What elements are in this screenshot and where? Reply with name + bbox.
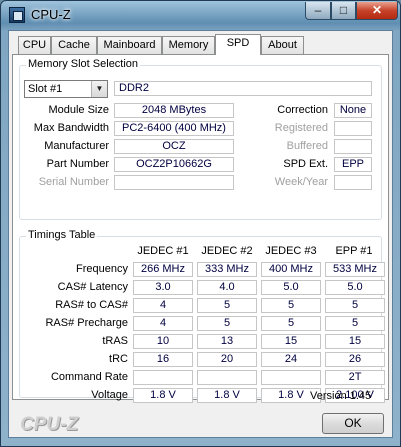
timing-cell: 400 MHz [261, 262, 321, 277]
timing-cell: 266 MHz [133, 262, 193, 277]
correction-label: Correction [277, 104, 328, 116]
correction-field: None [334, 103, 372, 118]
timing-cell [197, 370, 257, 385]
spd-ext-label: SPD Ext. [283, 158, 328, 170]
timing-cell: 5 [325, 316, 385, 331]
tab-about[interactable]: About [261, 36, 304, 54]
timing-cell: 15 [325, 334, 385, 349]
timing-cell [261, 370, 321, 385]
timing-cell: 16 [133, 352, 193, 367]
part-number-label: Part Number [46, 158, 109, 170]
maximize-button[interactable]: □ [331, 2, 356, 20]
module-size-field: 2048 MBytes [114, 103, 234, 118]
timing-row-label: RAS# Precharge [45, 317, 128, 329]
timing-row-label: RAS# to CAS# [55, 299, 128, 311]
module-size-label: Module Size [48, 104, 109, 116]
timing-row-label: tRAS [102, 335, 128, 347]
tab-cpu[interactable]: CPU [18, 36, 51, 54]
timing-cell: 5 [261, 316, 321, 331]
week-year-field [334, 175, 372, 190]
timing-cell: 26 [325, 352, 385, 367]
registered-label: Registered [274, 122, 328, 134]
timings-table-group: Timings Table JEDEC #1 JEDEC #2 JEDEC #3… [19, 229, 385, 403]
window-title: CPU-Z [31, 7, 71, 22]
timing-cell: 1.8 V [197, 388, 257, 403]
max-bandwidth-label: Max Bandwidth [33, 122, 109, 134]
timing-row-label: Frequency [76, 263, 128, 275]
minimize-button[interactable]: – [305, 2, 331, 20]
timing-cell: 5 [261, 298, 321, 313]
week-year-label: Week/Year [274, 176, 328, 188]
serial-number-field [114, 175, 234, 190]
chevron-down-icon[interactable]: ▼ [91, 81, 107, 97]
timing-cell: 333 MHz [197, 262, 257, 277]
timing-cell: 533 MHz [325, 262, 385, 277]
column-header-jedec-2: JEDEC #2 [201, 245, 253, 257]
timing-cell: 4.0 [197, 280, 257, 295]
timing-cell: 1.8 V [133, 388, 193, 403]
ok-button[interactable]: OK [322, 413, 384, 434]
timing-cell: 3.0 [133, 280, 193, 295]
slot-select-value: Slot #1 [28, 83, 63, 95]
memory-slot-group: Memory Slot Selection Slot #1 ▼ DDR2 Mod… [19, 58, 382, 220]
client-area: CPU Cache Mainboard Memory SPD About Mem… [8, 30, 393, 438]
registered-field [334, 121, 372, 136]
timing-cell: 10 [133, 334, 193, 349]
timing-cell: 13 [197, 334, 257, 349]
tab-mainboard[interactable]: Mainboard [97, 36, 162, 54]
timing-row-label: Voltage [91, 389, 128, 401]
timing-cell: 4 [133, 316, 193, 331]
timing-cell: 5.0 [261, 280, 321, 295]
column-header-jedec-3: JEDEC #3 [265, 245, 317, 257]
timing-cell: 24 [261, 352, 321, 367]
buffered-label: Buffered [286, 140, 328, 152]
manufacturer-label: Manufacturer [44, 140, 109, 152]
part-number-field: OCZ2P10662G [114, 157, 234, 172]
timing-cell [133, 370, 193, 385]
title-bar[interactable]: CPU-Z – □ ✕ [1, 1, 400, 29]
timing-cell: 15 [261, 334, 321, 349]
column-header-jedec-1: JEDEC #1 [137, 245, 189, 257]
timings-table-group-title: Timings Table [26, 229, 98, 241]
tab-cache[interactable]: Cache [51, 36, 97, 54]
spd-ext-field: EPP [334, 157, 372, 172]
memory-type-field: DDR2 [114, 81, 372, 96]
timing-row-label: Command Rate [50, 371, 128, 383]
timing-cell: 4 [133, 298, 193, 313]
max-bandwidth-field: PC2-6400 (400 MHz) [114, 121, 234, 136]
timing-cell: 5.0 [325, 280, 385, 295]
tab-spd[interactable]: SPD [215, 34, 261, 55]
timing-cell: 5 [197, 316, 257, 331]
cpuz-logo: CPU-Z [20, 414, 79, 435]
serial-number-label: Serial Number [38, 176, 109, 188]
column-header-epp-1: EPP #1 [335, 245, 373, 257]
tab-memory[interactable]: Memory [162, 36, 215, 54]
slot-select[interactable]: Slot #1 ▼ [24, 80, 108, 98]
buffered-field [334, 139, 372, 154]
timing-cell: 5 [325, 298, 385, 313]
timing-cell: 5 [197, 298, 257, 313]
manufacturer-field: OCZ [114, 139, 234, 154]
memory-slot-group-title: Memory Slot Selection [26, 58, 141, 70]
timing-row-label: CAS# Latency [57, 281, 128, 293]
cpuz-app-icon [9, 7, 25, 23]
timing-cell: 2T [325, 370, 385, 385]
timing-row-label: tRC [109, 353, 128, 365]
timing-cell: 20 [197, 352, 257, 367]
version-label: Version 1.45 [310, 390, 372, 402]
cpuz-window: CPU-Z – □ ✕ CPU Cache Mainboard Memory S… [0, 0, 401, 447]
spd-panel: Memory Slot Selection Slot #1 ▼ DDR2 Mod… [12, 54, 389, 403]
close-button[interactable]: ✕ [356, 2, 398, 20]
